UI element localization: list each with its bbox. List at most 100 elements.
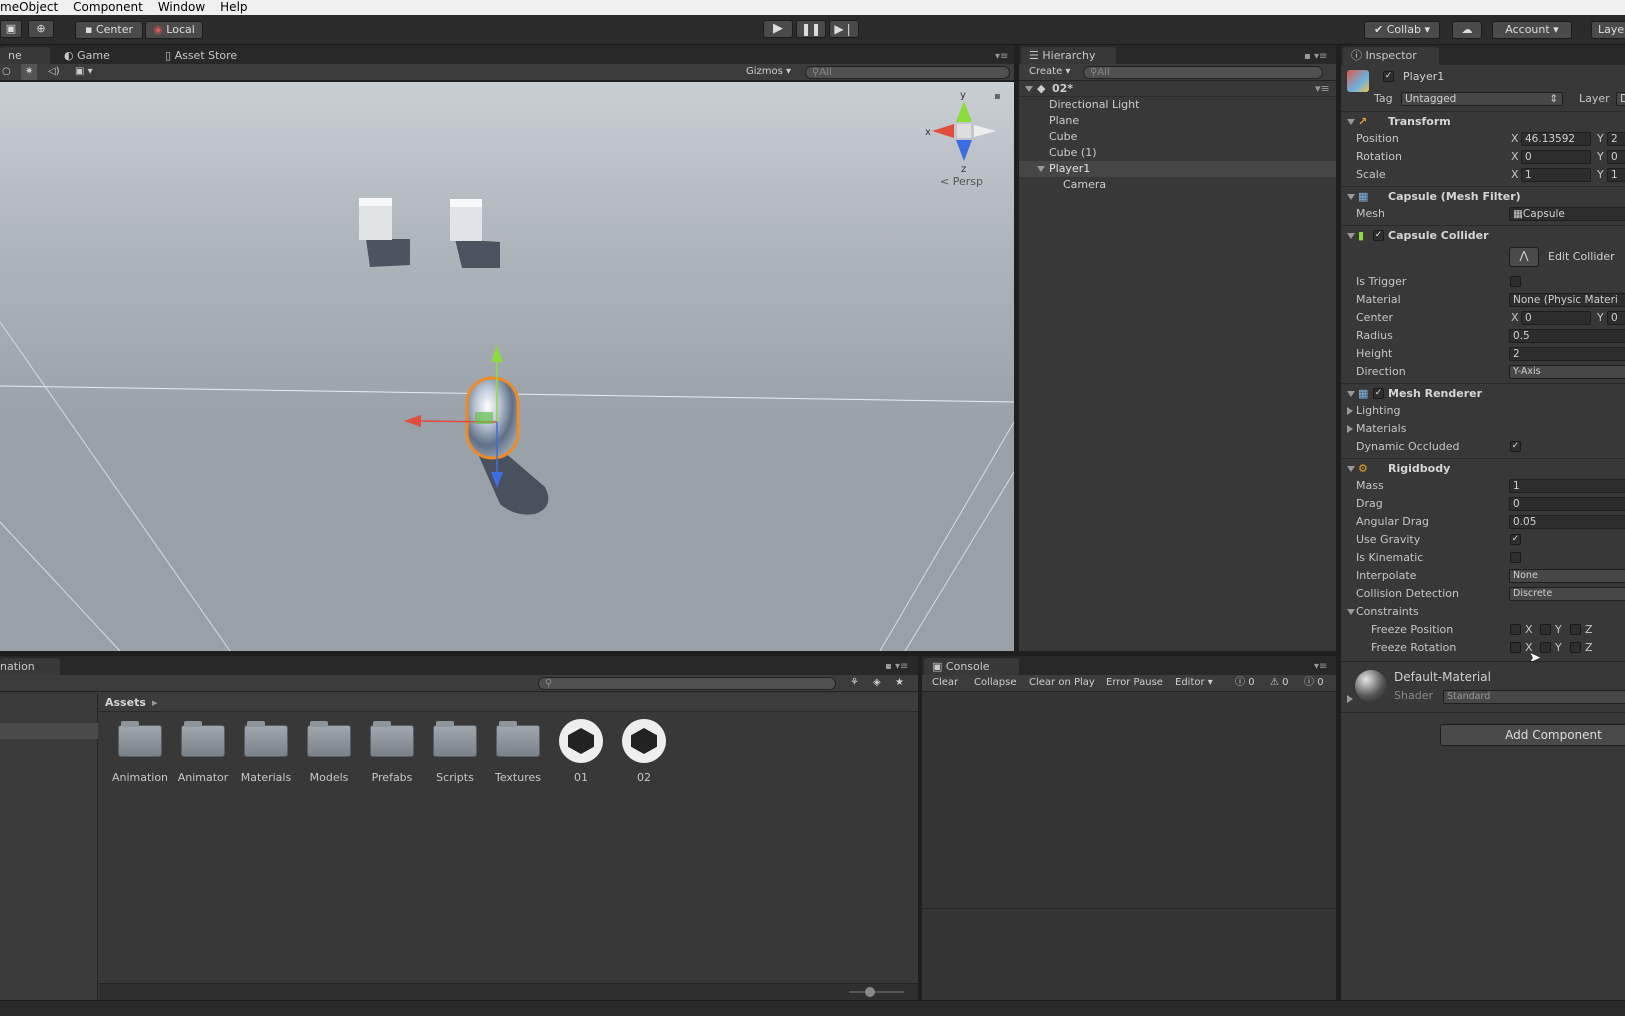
- console-clear-on-play-button[interactable]: Clear on Play: [1029, 675, 1095, 691]
- add-component-button[interactable]: Add Component: [1440, 724, 1625, 746]
- scale-x-field[interactable]: 1: [1521, 168, 1591, 182]
- console-error-pause-button[interactable]: Error Pause: [1106, 675, 1163, 691]
- scale-y-field[interactable]: 1: [1607, 168, 1625, 182]
- play-button[interactable]: ▶: [763, 20, 793, 38]
- console-split-divider[interactable]: [922, 908, 1336, 909]
- tab-animation[interactable]: nation: [0, 658, 60, 676]
- freeze-rotation-z-checkbox[interactable]: [1570, 642, 1581, 653]
- favorite-star-icon[interactable]: ★: [895, 675, 904, 691]
- asset-folder-animator[interactable]: Animator: [173, 721, 233, 784]
- use-gravity-checkbox[interactable]: ✓: [1510, 534, 1521, 545]
- mesh-object-field[interactable]: ▦Capsule: [1509, 207, 1625, 221]
- asset-folder-animation[interactable]: Animation: [110, 721, 170, 784]
- hierarchy-item-cube[interactable]: Cube: [1019, 129, 1324, 145]
- hierarchy-item-directional-light[interactable]: Directional Light: [1019, 97, 1324, 113]
- space-local-button[interactable]: ◉ Local: [145, 21, 203, 39]
- lighting-toggle-icon[interactable]: ✷: [21, 64, 38, 80]
- create-dropdown[interactable]: Create ▾: [1029, 64, 1070, 80]
- gizmos-dropdown[interactable]: Gizmos ▾: [746, 64, 791, 80]
- height-field[interactable]: 2: [1509, 347, 1625, 361]
- menu-window[interactable]: Window: [150, 1, 212, 14]
- angular-drag-field[interactable]: 0.05: [1509, 515, 1625, 529]
- project-search-input[interactable]: ⚲: [538, 677, 836, 690]
- console-message-toggle[interactable]: ⓘ 0: [1304, 675, 1324, 691]
- tab-console[interactable]: ▣ Console: [924, 658, 1019, 676]
- hierarchy-search-input[interactable]: ⚲All: [1083, 66, 1323, 79]
- asset-folder-materials[interactable]: Materials: [236, 721, 296, 784]
- step-button[interactable]: ▶❘: [829, 20, 859, 38]
- menu-gameobject[interactable]: meObject: [0, 1, 65, 14]
- pivot-center-button[interactable]: ▪ Center: [75, 21, 143, 39]
- rotation-y-field[interactable]: 0: [1607, 150, 1625, 164]
- orientation-z-cone[interactable]: [956, 140, 972, 161]
- collapse-arrow-icon[interactable]: [1347, 609, 1355, 615]
- account-button[interactable]: Account ▾: [1492, 21, 1572, 39]
- freeze-position-y-checkbox[interactable]: [1540, 624, 1551, 635]
- center-y-field[interactable]: 0: [1607, 311, 1625, 325]
- menu-component[interactable]: Component: [65, 1, 150, 14]
- tab-hierarchy[interactable]: ☰ Hierarchy: [1021, 47, 1116, 65]
- menu-help[interactable]: Help: [212, 1, 254, 14]
- lock-icon[interactable]: ▪: [994, 91, 1001, 102]
- hierarchy-item-cube-1[interactable]: Cube (1): [1019, 145, 1324, 161]
- move-gizmo-plane-handle[interactable]: [475, 412, 493, 424]
- rigidbody-header[interactable]: ⚙ Rigidbody: [1341, 458, 1625, 478]
- expand-arrow-icon[interactable]: [1347, 425, 1353, 433]
- collapse-arrow-icon[interactable]: [1037, 166, 1045, 172]
- orientation-x-cone[interactable]: [932, 124, 954, 138]
- freeze-position-x-checkbox[interactable]: [1510, 624, 1521, 635]
- tree-selected-row[interactable]: [0, 723, 98, 739]
- transform-header[interactable]: ↗ Transform: [1341, 111, 1625, 131]
- collapse-arrow-icon[interactable]: [1347, 194, 1355, 200]
- collapse-arrow-icon[interactable]: [1347, 119, 1355, 125]
- freeze-rotation-x-checkbox[interactable]: [1510, 642, 1521, 653]
- radius-field[interactable]: 0.5: [1509, 329, 1625, 343]
- icon-size-slider-track[interactable]: [849, 991, 904, 993]
- move-gizmo-x-arrow[interactable]: [404, 415, 421, 427]
- mesh-renderer-enabled-checkbox[interactable]: ✓: [1373, 388, 1384, 399]
- asset-scene-01[interactable]: 01: [551, 719, 611, 784]
- move-gizmo-y-arrow[interactable]: [491, 345, 503, 362]
- expand-arrow-icon[interactable]: [1347, 407, 1353, 415]
- layers-button[interactable]: Laye: [1591, 21, 1625, 39]
- pause-button[interactable]: ❚❚: [796, 20, 826, 38]
- center-x-field[interactable]: 0: [1521, 311, 1591, 325]
- position-y-field[interactable]: 2: [1607, 132, 1625, 146]
- tab-inspector[interactable]: ⓘ Inspector: [1343, 47, 1439, 65]
- asset-folder-prefabs[interactable]: Prefabs: [362, 721, 422, 784]
- collapse-arrow-icon[interactable]: [1025, 86, 1033, 92]
- tab-game[interactable]: ◐ Game: [56, 47, 118, 65]
- perspective-label[interactable]: < Persp: [940, 175, 983, 188]
- asset-folder-scripts[interactable]: Scripts: [425, 721, 485, 784]
- collapse-arrow-icon[interactable]: [1347, 466, 1355, 472]
- scene-menu-icon[interactable]: ▾≡: [1315, 81, 1330, 97]
- tag-dropdown[interactable]: Untagged ⇕: [1401, 92, 1563, 106]
- active-checkbox[interactable]: ✓: [1383, 71, 1394, 82]
- panel-menu-icon[interactable]: ▾≡: [995, 49, 1008, 65]
- asset-folder-models[interactable]: Models: [299, 721, 359, 784]
- icon-size-slider-thumb[interactable]: [865, 987, 875, 997]
- collab-button[interactable]: ✔ Collab ▾: [1364, 21, 1440, 39]
- hierarchy-item-player1[interactable]: Player1: [1019, 161, 1336, 177]
- hierarchy-item-plane[interactable]: Plane: [1019, 113, 1324, 129]
- capsule-collider-header[interactable]: ▮ ✓ Capsule Collider: [1341, 225, 1625, 245]
- hierarchy-item-camera[interactable]: Camera: [1019, 177, 1324, 193]
- collapse-arrow-icon[interactable]: [1347, 391, 1355, 397]
- collision-detection-dropdown[interactable]: Discrete: [1509, 587, 1625, 601]
- capsule-collider-enabled-checkbox[interactable]: ✓: [1373, 230, 1384, 241]
- tab-scene[interactable]: ne: [0, 47, 50, 65]
- scene-viewport[interactable]: y x z < Persp ▪: [0, 82, 1014, 651]
- project-lock-icon[interactable]: ▪ ▾≡: [885, 659, 908, 675]
- expand-arrow-icon[interactable]: [1347, 695, 1353, 703]
- rect-tool-button[interactable]: ▣: [0, 20, 22, 38]
- audio-toggle-icon[interactable]: ◁): [48, 64, 60, 80]
- edit-collider-button[interactable]: ⋀: [1509, 247, 1539, 267]
- tab-asset-store[interactable]: ▯ Asset Store: [157, 47, 245, 65]
- hierarchy-lock-icon[interactable]: ▪ ▾≡: [1304, 49, 1327, 65]
- orientation-center-cube[interactable]: [957, 124, 971, 138]
- mesh-filter-header[interactable]: ▦ Capsule (Mesh Filter): [1341, 186, 1625, 206]
- dynamic-occluded-checkbox[interactable]: ✓: [1510, 441, 1521, 452]
- console-clear-button[interactable]: Clear: [932, 675, 958, 691]
- interpolate-dropdown[interactable]: None: [1509, 569, 1625, 583]
- mesh-renderer-header[interactable]: ▦ ✓ Mesh Renderer: [1341, 383, 1625, 403]
